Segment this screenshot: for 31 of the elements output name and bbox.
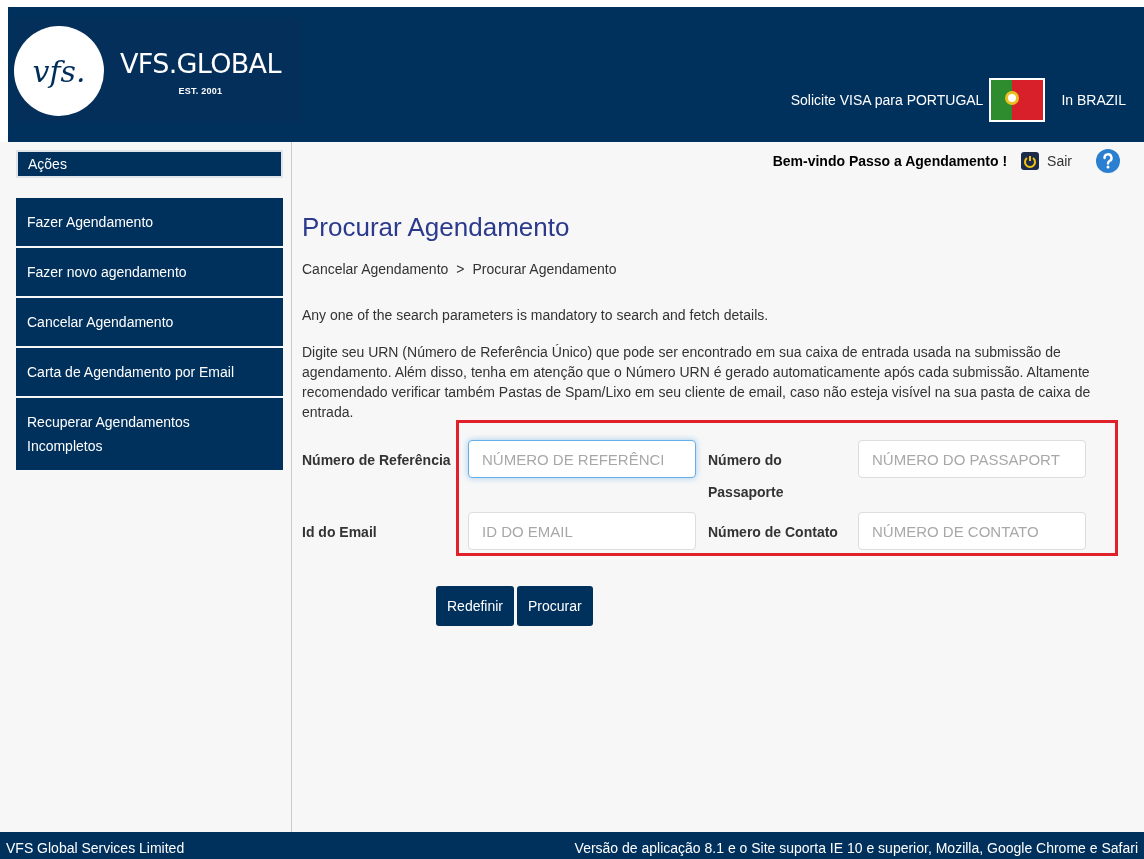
sidebar-item[interactable]: Cancelar Agendamento <box>16 298 283 346</box>
apply-text: Solicite VISA para PORTUGAL <box>790 90 984 110</box>
page-title: Procurar Agendamento <box>302 211 571 243</box>
form-button[interactable]: Procurar <box>517 586 593 626</box>
breadcrumb-separator: > <box>456 260 465 279</box>
sidebar-item[interactable]: Fazer Agendamento <box>16 198 283 246</box>
sidebar-item[interactable]: Carta de Agendamento por Email <box>16 348 283 396</box>
power-icon <box>1021 152 1040 170</box>
flag-icon <box>989 78 1046 122</box>
footer-company: VFS Global Services Limited <box>6 839 185 858</box>
field-label: Número de Referência <box>302 451 452 470</box>
logo-mark: vfs. <box>32 52 86 91</box>
field-label: Número de Contato <box>708 523 839 542</box>
welcome-text: Bem-vindo Passo a Agendamento ! <box>772 151 1008 171</box>
sidebar-heading: Ações <box>16 150 283 178</box>
notice-text: Any one of the search parameters is mandatory to search and fetch details. <box>302 306 770 325</box>
field-label: Número do Passaporte <box>708 451 785 502</box>
help-icon[interactable] <box>1096 149 1120 173</box>
established-text: EST. 2001 <box>178 84 223 98</box>
sidebar-item[interactable]: Fazer novo agendamento <box>16 248 283 296</box>
breadcrumb-link[interactable]: Cancelar Agendamento <box>302 259 449 280</box>
input-field[interactable]: NÚMERO DE REFERÊNCI <box>468 440 696 478</box>
country-text: In BRAZIL <box>1061 90 1126 110</box>
sidebar-item[interactable]: Recuperar Agendamentos Incompletos <box>16 398 283 470</box>
field-label: Id do Email <box>302 523 378 542</box>
form-button[interactable]: Redefinir <box>436 586 515 626</box>
brand-name: VFS.GLOBAL <box>120 47 281 81</box>
instructions-text: Digite seu URN (Número de Referência Único) que pode ser encontrado em sua caixa de entrada usada na submissão de agendamento. Além disso, tenha em atenção que o Número URN é gerado automaticamente após cada submissão. Altamente recomendado verificar também Pastas de Spam/Lixo em seu cliente de email, caso não esteja visível na sua pasta de caixa de entrada. <box>302 343 1092 422</box>
breadcrumb-current: Procurar Agendamento <box>472 260 617 279</box>
footer-version: Versão de aplicação 8.1 e o Site suporta IE 10 e superior, Mozilla, Google Chrome e Safari <box>574 839 1138 858</box>
logout-link[interactable]: Sair <box>1047 150 1072 172</box>
